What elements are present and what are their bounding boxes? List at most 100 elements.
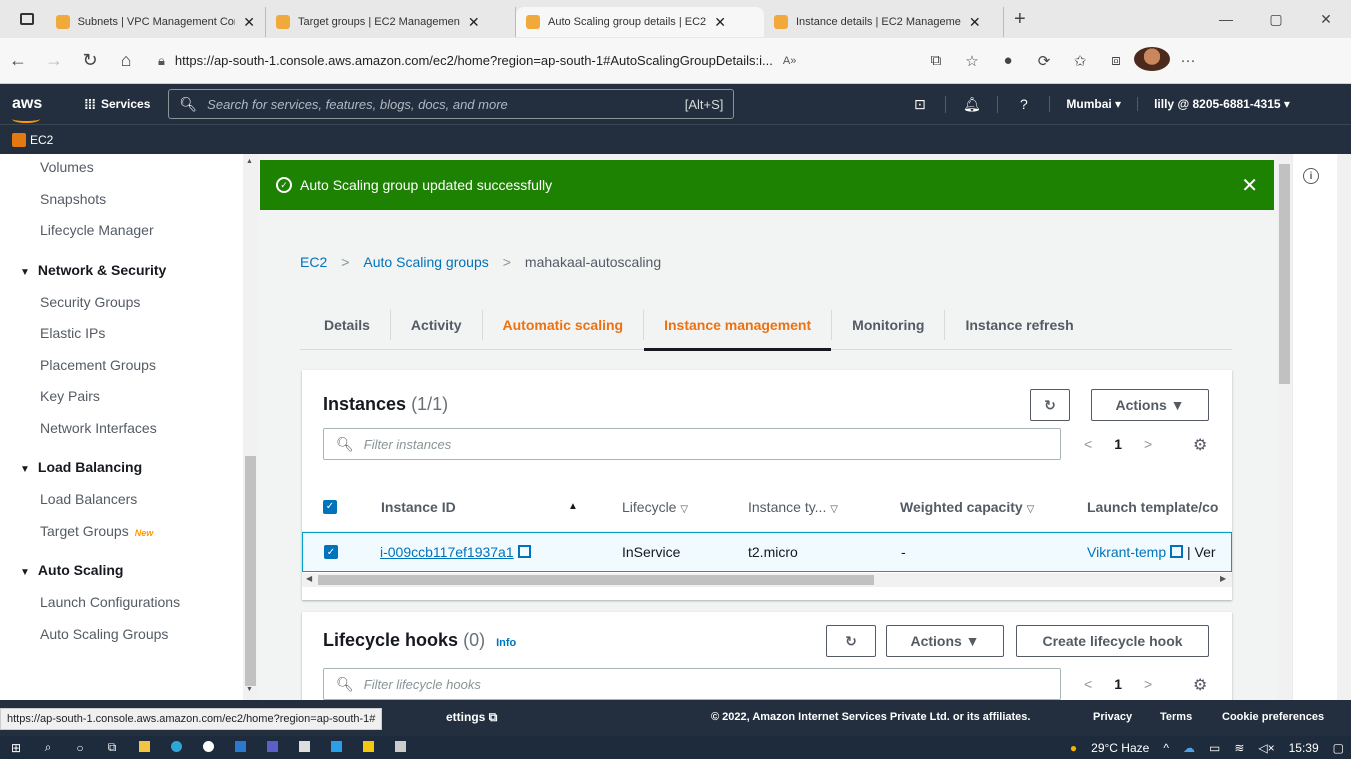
terminal-icon[interactable] bbox=[384, 740, 416, 755]
task-view-icon[interactable]: ⧉ bbox=[96, 740, 128, 755]
windows-start-icon[interactable]: ⊞ bbox=[0, 741, 32, 755]
browser-tab-target-groups[interactable]: Target groups | EC2 Managemen ✕ bbox=[266, 7, 516, 37]
terms-link[interactable]: Terms bbox=[1160, 711, 1192, 723]
vscode-icon[interactable] bbox=[320, 740, 352, 755]
cookie-preferences-link[interactable]: Cookie preferences bbox=[1222, 711, 1324, 723]
filter-lifecycle-hooks-input[interactable]: 🔍︎ Filter lifecycle hooks bbox=[323, 668, 1061, 700]
sidebar-item-target-groups[interactable]: Target Groups New bbox=[0, 516, 257, 548]
filter-instances-input[interactable]: 🔍︎ Filter instances bbox=[323, 428, 1061, 460]
breadcrumb-auto-scaling-groups[interactable]: Auto Scaling groups bbox=[363, 254, 488, 270]
onedrive-icon[interactable]: ☁ bbox=[1183, 741, 1195, 755]
file-explorer-icon[interactable] bbox=[128, 740, 160, 755]
instance-id-link[interactable]: i-009ccb117ef1937a1 bbox=[380, 544, 531, 560]
notifications-icon[interactable]: ▢ bbox=[1333, 741, 1344, 755]
sidebar-item-snapshots[interactable]: Snapshots bbox=[0, 184, 257, 216]
settings-gear-icon[interactable]: ⚙ bbox=[1193, 435, 1207, 455]
weather-text[interactable]: 29°C Haze bbox=[1091, 741, 1149, 755]
refresh-button[interactable]: ↻ bbox=[1030, 389, 1070, 421]
new-tab-icon[interactable]: + bbox=[1014, 8, 1026, 31]
close-icon[interactable]: ✕ bbox=[714, 14, 726, 31]
column-lifecycle[interactable]: Lifecycle ▽ bbox=[622, 499, 688, 515]
scroll-right-icon[interactable]: ▶ bbox=[1220, 574, 1226, 583]
notifications-bell-icon[interactable]: 🔔︎ bbox=[946, 95, 999, 113]
column-instance-id[interactable]: Instance ID bbox=[381, 499, 456, 515]
tab-actions-icon[interactable] bbox=[20, 13, 34, 25]
copilot-icon[interactable]: ⟳ bbox=[1026, 52, 1062, 70]
cloudshell-icon[interactable]: ⊡ bbox=[894, 95, 947, 113]
browser-tab-instance-details[interactable]: Instance details | EC2 Manageme ✕ bbox=[764, 7, 1004, 37]
create-lifecycle-hook-button[interactable]: Create lifecycle hook bbox=[1016, 625, 1209, 657]
page-number[interactable]: 1 bbox=[1114, 436, 1122, 452]
read-aloud-icon[interactable]: A» bbox=[783, 55, 796, 67]
page-number[interactable]: 1 bbox=[1114, 676, 1122, 692]
split-screen-icon[interactable]: ⧉ bbox=[918, 52, 954, 69]
column-launch-template[interactable]: Launch template/co bbox=[1087, 499, 1218, 515]
sidebar-scrollbar[interactable]: ▲ ▼ bbox=[243, 154, 258, 700]
sort-ascending-icon[interactable]: ▲ bbox=[568, 501, 578, 512]
url-field[interactable]: 🔒︎ https://ap-south-1.console.aws.amazon… bbox=[158, 46, 898, 76]
sidebar-item-volumes[interactable]: Volumes bbox=[0, 154, 257, 184]
service-name[interactable]: EC2 bbox=[30, 133, 53, 147]
info-icon[interactable]: i bbox=[1303, 168, 1319, 184]
volume-icon[interactable]: ◁× bbox=[1258, 741, 1274, 755]
window-close-icon[interactable]: ✕ bbox=[1301, 11, 1351, 28]
power-bi-icon[interactable] bbox=[352, 740, 384, 755]
outlook-icon[interactable] bbox=[224, 740, 256, 755]
aws-logo[interactable]: aws bbox=[12, 95, 60, 123]
column-instance-type[interactable]: Instance ty... ▽ bbox=[748, 499, 838, 515]
chevron-up-icon[interactable]: ^ bbox=[1163, 741, 1169, 755]
select-all-checkbox[interactable]: ✓ bbox=[323, 499, 337, 514]
browser-tab-auto-scaling[interactable]: Auto Scaling group details | EC2 ✕ bbox=[516, 7, 764, 37]
restore-icon[interactable]: ▢ bbox=[1251, 11, 1301, 28]
network-icon[interactable]: ≋ bbox=[1234, 741, 1244, 755]
sidebar-item-lifecycle-manager[interactable]: Lifecycle Manager bbox=[0, 215, 257, 247]
column-weighted-capacity[interactable]: Weighted capacity ▽ bbox=[900, 499, 1034, 515]
sidebar-item-security-groups[interactable]: Security Groups bbox=[0, 287, 257, 319]
sidebar-section-network-security[interactable]: ▼ Network & Security bbox=[0, 253, 257, 287]
forward-icon[interactable]: → bbox=[36, 50, 72, 71]
tab-instance-management[interactable]: Instance management bbox=[643, 309, 832, 351]
refresh-icon[interactable]: ↻ bbox=[72, 50, 108, 71]
search-input[interactable]: 🔍︎ Search for services, features, blogs,… bbox=[168, 89, 735, 119]
collections-icon[interactable]: ⧈ bbox=[1098, 52, 1134, 69]
battery-icon[interactable]: ▭ bbox=[1209, 741, 1220, 755]
extension-icon[interactable]: ● bbox=[990, 52, 1026, 69]
sidebar-item-network-interfaces[interactable]: Network Interfaces bbox=[0, 413, 257, 445]
info-link[interactable]: Info bbox=[496, 637, 516, 649]
sidebar-item-launch-configurations[interactable]: Launch Configurations bbox=[0, 587, 257, 619]
close-icon[interactable]: ✕ bbox=[468, 14, 480, 31]
prev-page-icon[interactable]: < bbox=[1084, 436, 1092, 452]
tab-monitoring[interactable]: Monitoring bbox=[831, 309, 944, 340]
scrollbar-thumb[interactable] bbox=[245, 456, 256, 686]
scrollbar-thumb[interactable] bbox=[318, 575, 874, 585]
profile-avatar[interactable] bbox=[1134, 46, 1170, 75]
search-icon[interactable]: ⌕ bbox=[32, 740, 64, 755]
scrollbar-thumb[interactable] bbox=[1279, 164, 1290, 384]
close-icon[interactable]: ✕ bbox=[243, 14, 255, 31]
settings-link[interactable]: ettings ⧉ bbox=[446, 710, 497, 725]
next-page-icon[interactable]: > bbox=[1144, 676, 1152, 692]
close-icon[interactable]: ✕ bbox=[969, 14, 981, 31]
tab-activity[interactable]: Activity bbox=[389, 309, 482, 340]
chrome-icon[interactable] bbox=[192, 740, 224, 755]
tab-automatic-scaling[interactable]: Automatic scaling bbox=[481, 309, 644, 340]
actions-dropdown[interactable]: Actions ▼ bbox=[1091, 389, 1209, 421]
minimize-icon[interactable]: — bbox=[1201, 11, 1251, 27]
sidebar-section-auto-scaling[interactable]: ▼ Auto Scaling bbox=[0, 553, 257, 587]
app-icon[interactable] bbox=[288, 740, 320, 755]
scroll-left-icon[interactable]: ◀ bbox=[306, 574, 312, 583]
row-checkbox[interactable]: ✓ bbox=[324, 545, 338, 559]
more-icon[interactable]: ··· bbox=[1170, 52, 1206, 69]
weather-icon[interactable]: ● bbox=[1070, 741, 1077, 755]
services-menu-button[interactable]: ⁞⁞⁞ Services bbox=[84, 96, 150, 112]
scroll-up-icon[interactable]: ▲ bbox=[246, 158, 253, 165]
main-scrollbar[interactable] bbox=[1277, 154, 1292, 700]
table-horizontal-scrollbar[interactable]: ◀ ▶ bbox=[302, 573, 1232, 587]
sidebar-item-key-pairs[interactable]: Key Pairs bbox=[0, 381, 257, 413]
help-icon[interactable]: ? bbox=[998, 96, 1051, 112]
cortana-icon[interactable]: ○ bbox=[64, 741, 96, 755]
rail-scrollbar[interactable] bbox=[1337, 154, 1351, 700]
refresh-button[interactable]: ↻ bbox=[826, 625, 876, 657]
home-icon[interactable]: ⌂ bbox=[108, 50, 144, 71]
account-menu[interactable]: lilly @ 8205-6881-4315 ▾ bbox=[1138, 97, 1306, 111]
